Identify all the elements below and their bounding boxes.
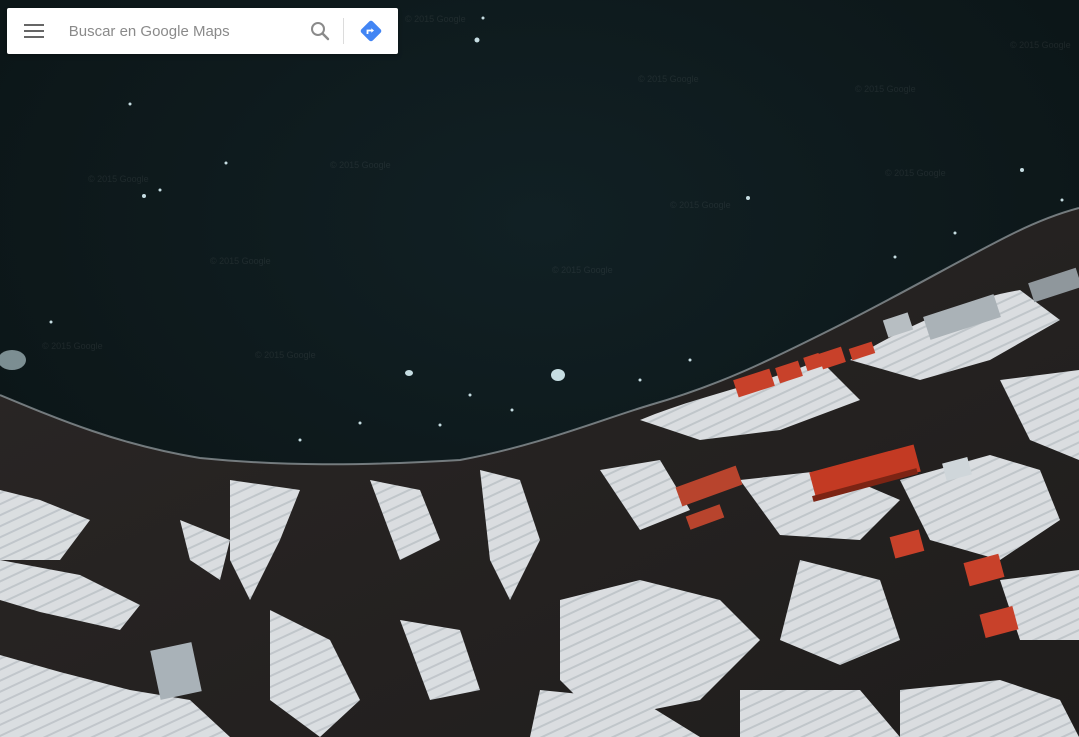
watermark: © 2015 Google bbox=[255, 350, 316, 360]
hamburger-menu-icon bbox=[23, 24, 44, 38]
watermark: © 2015 Google bbox=[42, 341, 103, 351]
watermark: © 2015 Google bbox=[1010, 40, 1071, 50]
watermark: © 2015 Google bbox=[405, 14, 466, 24]
directions-button[interactable] bbox=[344, 8, 398, 54]
watermark: © 2015 Google bbox=[552, 265, 613, 275]
watermark: © 2015 Google bbox=[210, 256, 271, 266]
watermark: © 2015 Google bbox=[330, 160, 391, 170]
search-button[interactable] bbox=[298, 8, 344, 54]
watermark: © 2015 Google bbox=[885, 168, 946, 178]
search-input[interactable] bbox=[60, 11, 298, 51]
menu-button[interactable] bbox=[7, 8, 61, 54]
watermark: © 2015 Google bbox=[670, 200, 731, 210]
satellite-map[interactable]: © 2015 Google © 2015 Google © 2015 Googl… bbox=[0, 0, 1079, 737]
magnifier-icon bbox=[311, 22, 330, 41]
watermark: © 2015 Google bbox=[88, 174, 149, 184]
watermark: © 2015 Google bbox=[855, 84, 916, 94]
directions-diamond-icon bbox=[360, 20, 382, 42]
watermark: © 2015 Google bbox=[638, 74, 699, 84]
search-box bbox=[7, 8, 398, 54]
satellite-imagery[interactable] bbox=[0, 0, 1079, 737]
